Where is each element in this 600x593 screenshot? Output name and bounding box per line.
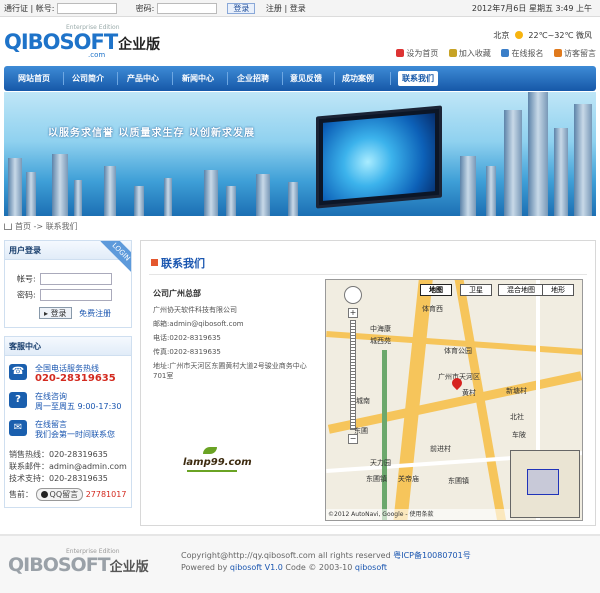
zoom-slider[interactable] xyxy=(350,320,356,430)
service-panel-title: 客服中心 xyxy=(5,337,131,356)
map-overview[interactable] xyxy=(510,450,580,518)
presale-label: 售前： xyxy=(9,490,33,499)
phone-icon: ☎ xyxy=(9,364,27,380)
top-password-input[interactable] xyxy=(156,3,217,14)
weather: 北京 22℃~32℃ 微风 xyxy=(493,30,592,41)
login-link[interactable]: 登录 xyxy=(290,4,306,13)
breadcrumb: 首页 -> 联系我们 xyxy=(4,221,78,232)
passport-label: 通行证 xyxy=(4,4,28,13)
pen-icon xyxy=(501,49,510,57)
quick-links: 设为首页 加入收藏 在线报名 访客留言 xyxy=(388,48,596,59)
weather-city: 北京 xyxy=(493,31,510,40)
zoom-in-button[interactable]: + xyxy=(348,308,358,318)
map-type-hybrid[interactable]: 混合地图 xyxy=(498,284,544,296)
question-icon: ? xyxy=(9,392,27,408)
datetime: 2012年7月6日 星期五 3:49 上午 xyxy=(471,4,592,13)
message-icon xyxy=(554,49,562,57)
nav-feedback[interactable]: 意见反馈 xyxy=(290,66,322,91)
home-icon xyxy=(396,49,405,57)
online-signup-link[interactable]: 在线报名 xyxy=(501,49,543,58)
sales-hotline: 销售热线：020-28319635 xyxy=(9,450,108,459)
icp-link[interactable]: 粤ICP备10080701号 xyxy=(393,551,471,560)
nav-about[interactable]: 公司简介 xyxy=(72,66,104,91)
star-icon xyxy=(448,49,457,57)
map-type-map[interactable]: 地图 xyxy=(420,284,452,296)
login-submit-button[interactable]: ▸ 登录 xyxy=(39,307,72,319)
logo-edition: Enterprise Edition xyxy=(66,24,120,31)
breadcrumb-home[interactable]: 首页 xyxy=(15,222,31,231)
message-note: 我们会第一时间联系您 xyxy=(35,430,115,439)
breadcrumb-separator: -> xyxy=(33,222,44,231)
leaf-icon xyxy=(203,447,217,454)
logo-suffix: 企业版 xyxy=(118,37,161,53)
company-phone: 电话:0202-8319635 xyxy=(153,334,221,342)
hotline-number: 020-28319635 xyxy=(35,373,116,384)
nav-products[interactable]: 产品中心 xyxy=(127,66,159,91)
consult-hours: 周一至周五 9:00-17:30 xyxy=(35,402,122,411)
top-account-input[interactable] xyxy=(57,3,118,14)
nav-contact[interactable]: 联系我们 xyxy=(398,71,438,86)
login-account-input[interactable] xyxy=(39,273,112,285)
top-login-form: 通行证 | 帐号: 密码: 登录 注册 | 登录 xyxy=(4,3,306,14)
envelope-icon: ✉ xyxy=(9,420,27,436)
site-logo[interactable]: Enterprise Edition QIBOSOFT企业版 .com xyxy=(4,24,161,59)
map-copyright: ©2012 AutoNavi, Google - 使用条款 xyxy=(326,509,510,520)
top-bar: 通行证 | 帐号: 密码: 登录 注册 | 登录 2012年7月6日 星期五 3… xyxy=(0,0,600,17)
bullet-icon xyxy=(151,259,158,266)
company-name: 广州协天软件科技有限公司 xyxy=(153,306,237,314)
company-address-room: 701室 xyxy=(153,372,174,380)
contact-content: 联系我们 公司广州总部 广州协天软件科技有限公司 邮箱:admin@qiboso… xyxy=(140,240,596,526)
map-type-terrain[interactable]: 地形 xyxy=(542,284,574,296)
breadcrumb-current: 联系我们 xyxy=(45,222,78,231)
banner: 以服务求信誉 以质量求生存 以创新求发展 xyxy=(4,92,596,216)
map-type-satellite[interactable]: 卫星 xyxy=(460,284,492,296)
qq-row: 售前： QQ留言 27781017 xyxy=(9,488,126,501)
page-title: 联系我们 xyxy=(151,255,205,271)
set-homepage-link[interactable]: 设为首页 xyxy=(396,49,438,58)
nav-cases[interactable]: 成功案例 xyxy=(342,66,374,91)
map-pan-control[interactable] xyxy=(344,286,362,304)
home-icon xyxy=(4,223,12,230)
google-map[interactable]: 地图 卫星 混合地图 地形 + − 中海康 城西苑 体育公园 东圃 黄村 北社 … xyxy=(325,279,583,521)
contact-email: 联系邮件：admin@admin.com xyxy=(9,462,127,471)
banner-slogan: 以服务求信誉 以质量求生存 以创新求发展 xyxy=(48,128,255,139)
free-register-link[interactable]: 免费注册 xyxy=(79,309,111,318)
sun-icon xyxy=(514,31,523,39)
qibosoft-link[interactable]: qibosoft xyxy=(355,563,387,572)
register-link[interactable]: 注册 xyxy=(266,4,282,13)
weather-temp: 22℃~32℃ 微风 xyxy=(528,31,592,40)
footer-logo: Enterprise Edition QIBOSOFT企业版 xyxy=(8,548,149,576)
guestbook-link[interactable]: 访客留言 xyxy=(554,49,596,58)
qq-message-button[interactable]: QQ留言 xyxy=(35,488,84,501)
account-label: 帐号: xyxy=(35,4,55,13)
nav-home[interactable]: 网站首页 xyxy=(18,66,50,91)
partner-logo[interactable]: lamp99.com xyxy=(183,447,252,475)
company-heading: 公司广州总部 xyxy=(153,289,201,298)
company-email: 邮箱:admin@qibosoft.com xyxy=(153,320,244,328)
qq-icon xyxy=(40,491,48,498)
login-account-label: 帐号: xyxy=(17,274,36,284)
password-label: 密码: xyxy=(135,4,155,13)
add-favorite-link[interactable]: 加入收藏 xyxy=(448,49,491,58)
logo-domain: .com xyxy=(88,51,106,59)
login-panel: 用户登录 LOGIN 帐号: 密码: ▸ 登录 免费注册 xyxy=(4,240,132,328)
nav-jobs[interactable]: 企业招聘 xyxy=(237,66,269,91)
top-login-button[interactable]: 登录 xyxy=(227,3,256,14)
login-password-input[interactable] xyxy=(39,289,112,301)
tech-support: 技术支持：020-28319635 xyxy=(9,474,108,483)
footer-copyright: Copyright@http://qy.qibosoft.com all rig… xyxy=(181,551,471,560)
company-fax: 传真:0202-8319635 xyxy=(153,348,221,356)
qq-number: 27781017 xyxy=(85,490,127,499)
monitor-image xyxy=(316,105,442,209)
service-panel: 客服中心 ☎ 全国电话服务热线 020-28319635 ? 在线咨询 周一至周… xyxy=(4,336,132,508)
login-password-label: 密码: xyxy=(17,290,36,300)
nav-news[interactable]: 新闻中心 xyxy=(182,66,214,91)
main-nav: 网站首页 公司简介 产品中心 新闻中心 企业招聘 意见反馈 成功案例 联系我们 xyxy=(4,66,596,91)
company-address: 地址:广州市天河区东圃黄村大道2号骏业商务中心 xyxy=(153,362,307,370)
footer: Enterprise Edition QIBOSOFT企业版 Copyright… xyxy=(0,534,600,593)
footer-powered: Powered by qibosoft V1.0 Code © 2003-10 … xyxy=(181,563,388,572)
powered-link[interactable]: qibosoft V1.0 xyxy=(230,563,283,572)
